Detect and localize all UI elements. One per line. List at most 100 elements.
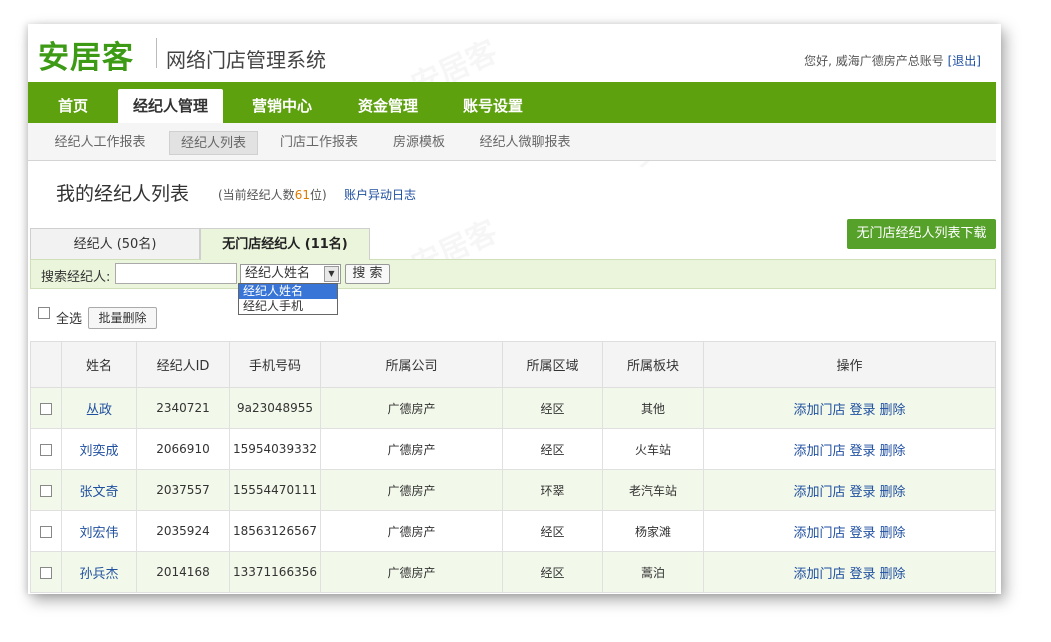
nav-tab-account-settings[interactable]: 账号设置: [453, 89, 533, 123]
subnav-broker-work-report[interactable]: 经纪人工作报表: [50, 131, 150, 155]
cell-operations: 添加门店 登录 删除: [703, 428, 996, 470]
table-row: 刘宏伟 2035924 18563126567 广德房产 经区 杨家滩 添加门店…: [30, 510, 996, 552]
table-row: 刘奕成 2066910 15954039332 广德房产 经区 火车站 添加门店…: [30, 428, 996, 470]
app-window: 安居客 安居客 安居客 安居客 网络门店管理系统 您好, 威海广德房产总账号 […: [28, 24, 1001, 594]
col-block: 所属板块: [602, 341, 704, 388]
delete-link[interactable]: 删除: [880, 444, 906, 459]
broker-name-link[interactable]: 刘宏伟: [79, 526, 118, 541]
nav-tab-marketing-center[interactable]: 营销中心: [242, 89, 322, 123]
header: 安居客 网络门店管理系统 您好, 威海广德房产总账号 [退出]: [28, 24, 1001, 82]
chevron-down-icon[interactable]: ▼: [324, 266, 339, 282]
table-row: 孙兵杰 2014168 13371166356 广德房产 经区 蒿泊 添加门店登…: [30, 551, 996, 593]
select-all-label: 全选: [56, 312, 83, 327]
row-checkbox-cell: [30, 387, 62, 429]
tab-brokers[interactable]: 经纪人 (50名): [30, 228, 200, 259]
broker-table: 姓名 经纪人ID 手机号码 所属公司 所属区域 所属板块 操作 丛政 23407…: [30, 341, 996, 593]
add-store-link[interactable]: 添加门店: [793, 403, 845, 418]
col-name: 姓名: [61, 341, 137, 388]
cell-region: 经区: [502, 428, 603, 470]
broker-count: (当前经纪人数61位): [218, 186, 327, 203]
sub-nav: 经纪人工作报表 经纪人列表 门店工作报表 房源模板 经纪人微聊报表: [28, 123, 996, 161]
login-link[interactable]: 登录: [849, 567, 875, 582]
broker-name-link[interactable]: 孙兵杰: [79, 567, 118, 582]
select-all-checkbox[interactable]: [38, 307, 50, 319]
login-link[interactable]: 登录: [849, 403, 875, 418]
col-region: 所属区域: [502, 341, 603, 388]
cell-name: 张文奇: [61, 469, 137, 511]
cell-phone: 15954039332: [229, 428, 321, 470]
cell-phone: 13371166356: [229, 551, 321, 593]
greeting-text: 您好, 威海广德房产总账号: [804, 54, 944, 68]
logout-link[interactable]: [退出]: [948, 54, 981, 68]
search-type-dropdown: 经纪人姓名 经纪人手机: [238, 283, 338, 315]
col-phone: 手机号码: [229, 341, 321, 388]
dropdown-option-name[interactable]: 经纪人姓名: [239, 284, 337, 299]
count-prefix: (当前经纪人数: [218, 188, 295, 202]
subnav-broker-chat-report[interactable]: 经纪人微聊报表: [475, 131, 575, 155]
add-store-link[interactable]: 添加门店: [793, 444, 845, 459]
row-checkbox-cell: [30, 551, 62, 593]
cell-block: 其他: [602, 387, 704, 429]
cell-operations: 添加门店 登录 删除: [703, 510, 996, 552]
page-title: 我的经纪人列表: [56, 183, 190, 205]
nav-tab-fund-management[interactable]: 资金管理: [348, 89, 428, 123]
cell-region: 经区: [502, 510, 603, 552]
col-checkbox: [30, 341, 62, 388]
broker-name-link[interactable]: 丛政: [86, 403, 112, 418]
cell-company: 广德房产: [320, 469, 503, 511]
search-input[interactable]: [115, 263, 237, 284]
subnav-store-work-report[interactable]: 门店工作报表: [274, 131, 364, 155]
add-store-link[interactable]: 添加门店: [793, 567, 845, 582]
subnav-broker-list[interactable]: 经纪人列表: [169, 131, 258, 155]
login-link[interactable]: 登录: [849, 526, 875, 541]
cell-block: 老汽车站: [602, 469, 704, 511]
row-checkbox-cell: [30, 428, 62, 470]
cell-block: 杨家滩: [602, 510, 704, 552]
anjuke-logo[interactable]: 安居客: [38, 32, 134, 77]
row-checkbox-cell: [30, 510, 62, 552]
row-checkbox-cell: [30, 469, 62, 511]
add-store-link[interactable]: 添加门店: [793, 526, 845, 541]
add-store-link[interactable]: 添加门店: [793, 485, 845, 500]
login-link[interactable]: 登录: [849, 444, 875, 459]
row-checkbox[interactable]: [40, 484, 52, 497]
broker-name-link[interactable]: 张文奇: [79, 485, 118, 500]
search-bar: 搜索经纪人: 经纪人姓名 ▼ 搜 索: [30, 259, 996, 289]
cell-phone: 15554470111: [229, 469, 321, 511]
account-log-link[interactable]: 账户异动日志: [344, 186, 416, 203]
row-checkbox[interactable]: [40, 443, 52, 456]
user-area: 您好, 威海广德房产总账号 [退出]: [804, 52, 981, 69]
row-checkbox[interactable]: [40, 402, 52, 415]
table-row: 丛政 2340721 9a23048955 广德房产 经区 其他 添加门店 登录删…: [30, 387, 996, 429]
nav-tab-broker-management[interactable]: 经纪人管理: [118, 89, 223, 123]
cell-region: 环翠: [502, 469, 603, 511]
search-button[interactable]: 搜 索: [345, 264, 390, 284]
subnav-listing-template[interactable]: 房源模板: [384, 131, 454, 155]
cell-id: 2014168: [136, 551, 230, 593]
delete-link[interactable]: 删除: [880, 485, 906, 500]
cell-block: 蒿泊: [602, 551, 704, 593]
cell-operations: 添加门店 登录 删除: [703, 551, 996, 593]
dropdown-option-phone[interactable]: 经纪人手机: [239, 299, 337, 314]
col-broker-id: 经纪人ID: [136, 341, 230, 388]
count-suffix: 位): [309, 188, 327, 202]
cell-company: 广德房产: [320, 387, 503, 429]
row-checkbox[interactable]: [40, 566, 52, 579]
select-value: 经纪人姓名: [245, 266, 311, 281]
login-link[interactable]: 登录: [849, 485, 875, 500]
main-nav: 首页 经纪人管理 营销中心 资金管理 账号设置: [28, 82, 996, 123]
delete-link[interactable]: 删除: [880, 403, 906, 418]
cell-region: 经区: [502, 387, 603, 429]
delete-link[interactable]: 删除: [880, 567, 906, 582]
broker-name-link[interactable]: 刘奕成: [79, 444, 118, 459]
cell-company: 广德房产: [320, 510, 503, 552]
col-operations: 操作: [703, 341, 996, 388]
search-type-select[interactable]: 经纪人姓名 ▼: [240, 264, 341, 284]
nav-tab-home[interactable]: 首页: [46, 89, 100, 123]
delete-link[interactable]: 删除: [880, 526, 906, 541]
download-button[interactable]: 无门店经纪人列表下载: [847, 219, 996, 249]
row-checkbox[interactable]: [40, 525, 52, 538]
tab-brokers-without-store[interactable]: 无门店经纪人 (11名): [200, 228, 370, 260]
batch-delete-button[interactable]: 批量删除: [88, 307, 157, 329]
cell-id: 2035924: [136, 510, 230, 552]
